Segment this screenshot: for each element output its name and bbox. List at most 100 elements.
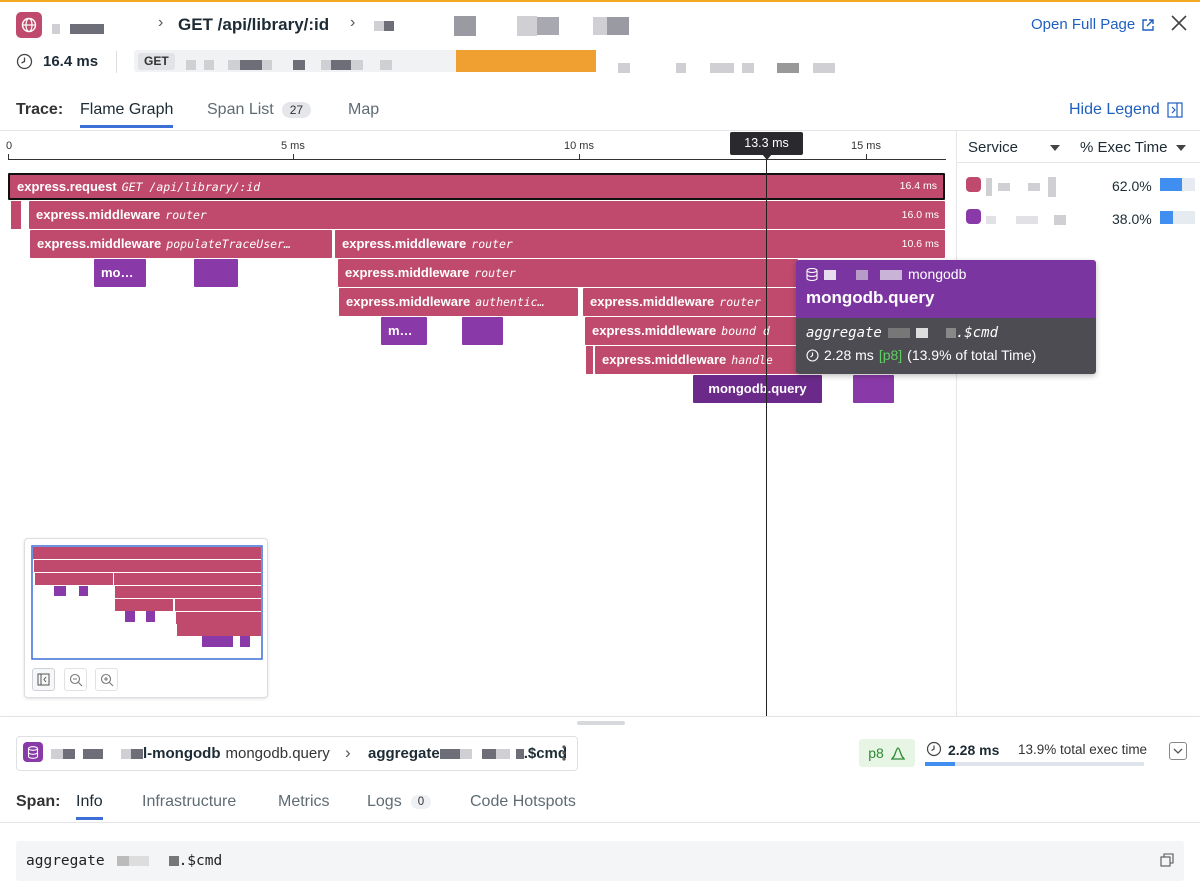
resource-code: aggregate .$cmd (26, 853, 223, 869)
service-name-redacted (52, 20, 104, 38)
legend-bar-fill (1160, 211, 1173, 224)
tick-mark (866, 154, 867, 160)
tab-logs[interactable]: Logs 0 (367, 793, 432, 811)
legend-percent: 38.0% (1112, 211, 1152, 227)
tooltip-duration: 2.28 ms (824, 347, 874, 363)
span-middleware-router-3[interactable]: express.middleware router (338, 259, 798, 287)
legend-row[interactable]: 38.0% (966, 207, 1196, 229)
service-redacted (824, 266, 902, 282)
tooltip-share: (13.9% of total Time) (907, 347, 1037, 363)
zoom-out-icon (69, 673, 82, 686)
tab-span-list[interactable]: Span List 27 (207, 101, 312, 119)
breadcrumb-operation: mongodb.query (225, 745, 330, 762)
tooltip-resource-suffix: .$cmd (955, 325, 999, 341)
exec-progress-track (925, 762, 1144, 766)
clock-icon (16, 53, 33, 75)
cursor-pointer (762, 154, 772, 160)
span-mongodb-query-selected[interactable]: mongodb.query (693, 375, 822, 403)
collapse-icon (37, 673, 50, 686)
tooltip-percentile: [p8] (878, 347, 903, 363)
legend-bar-fill (1160, 178, 1182, 191)
service-redacted (986, 211, 1066, 229)
span-express-request[interactable]: express.request GET /api/library/:id 16.4 … (8, 173, 945, 200)
tab-info[interactable]: Info (76, 793, 103, 820)
service-redacted (986, 177, 1056, 197)
trace-tabs-label: Trace: (16, 101, 64, 118)
span-middleware-handle[interactable]: express.middleware handle (595, 346, 798, 374)
span-duration: 2.28 ms (948, 742, 1000, 758)
span-tooltip: mongodb mongodb.query aggregate .$cmd 2.… (796, 260, 1096, 374)
route-title: GET /api/library/:id (178, 15, 330, 34)
logs-count-badge: 0 (410, 795, 432, 809)
url-redacted (186, 56, 392, 74)
span-mongo[interactable] (462, 317, 503, 345)
zoom-out-button[interactable] (64, 668, 87, 691)
legend-service-header[interactable]: Service (968, 139, 1061, 156)
time-cursor-line (766, 152, 767, 716)
zoom-in-button[interactable] (95, 668, 118, 691)
chevron-right-icon: › (345, 743, 351, 762)
legend-swatch (966, 209, 981, 224)
minimap-reset-button[interactable] (32, 668, 55, 691)
span-middleware-populate[interactable]: express.middleware populateTraceUser… (30, 230, 332, 258)
chevron-right-icon: › (350, 14, 356, 31)
exec-progress-fill (925, 762, 955, 766)
span-sliver (586, 346, 594, 374)
more-options-icon[interactable] (561, 744, 567, 762)
database-icon (806, 267, 818, 281)
legend-percent: 62.0% (1112, 178, 1152, 194)
span-middleware-router-2[interactable]: express.middleware router 10.6 ms (335, 230, 945, 258)
breadcrumb-service: l-mongodb mongodb.query (51, 745, 330, 762)
span-mongo-short[interactable]: mo… (94, 259, 146, 287)
tick-label: 15 ms (851, 140, 881, 152)
span-mongo[interactable] (194, 259, 238, 287)
caret-down-icon (1175, 144, 1186, 151)
legend-panel-divider (956, 131, 957, 716)
minimap[interactable] (24, 538, 268, 698)
collapse-panel-icon[interactable] (1169, 742, 1187, 760)
tooltip-service: mongodb (908, 266, 967, 282)
clock-icon (926, 741, 942, 762)
breadcrumb-resource: aggregate .$cmd (368, 745, 568, 762)
tick-label: 0 (6, 140, 13, 152)
tick-mark (293, 154, 294, 160)
resource-id-redacted (374, 16, 630, 36)
legend-row[interactable]: 62.0% (966, 175, 1196, 197)
tick-label: 10 ms (564, 140, 594, 152)
hide-legend-button[interactable]: Hide Legend (1069, 101, 1183, 119)
resize-handle[interactable] (577, 721, 625, 725)
divider (116, 51, 117, 73)
copy-icon[interactable] (1160, 853, 1174, 872)
external-link-icon (1142, 18, 1154, 31)
database-service-icon (23, 742, 43, 762)
timeline-axis (8, 159, 946, 160)
tab-metrics[interactable]: Metrics (278, 793, 330, 811)
legend-exec-header[interactable]: % Exec Time (1080, 139, 1186, 156)
close-icon[interactable] (1170, 14, 1188, 32)
tab-map[interactable]: Map (348, 101, 379, 119)
span-slivers (10, 201, 22, 229)
open-full-page-link[interactable]: Open Full Page (1031, 16, 1155, 33)
trace-duration: 16.4 ms (43, 53, 99, 70)
span-mongo-short-2[interactable]: m… (381, 317, 427, 345)
tab-infrastructure[interactable]: Infrastructure (142, 793, 236, 811)
legend-swatch (966, 177, 981, 192)
tick-mark (579, 154, 580, 160)
panel-collapse-icon (1167, 102, 1183, 118)
time-cursor-label: 13.3 ms (730, 132, 803, 155)
tick-mark (8, 154, 9, 160)
tooltip-title: mongodb.query (806, 288, 935, 307)
top-accent-line (0, 0, 1200, 2)
span-middleware-authentic[interactable]: express.middleware authentic… (339, 288, 578, 316)
legend-header-divider (957, 162, 1200, 163)
tab-flame-graph[interactable]: Flame Graph (80, 101, 174, 128)
exec-share-text: 13.9% total exec time (1018, 742, 1148, 757)
clock-icon (806, 348, 819, 362)
span-mongo[interactable] (853, 375, 894, 403)
panel-divider (0, 716, 1200, 717)
method-badge: GET (138, 53, 175, 70)
url-tail-redacted (618, 59, 835, 77)
percentile-badge[interactable]: p8 (859, 739, 915, 767)
tab-code-hotspots[interactable]: Code Hotspots (470, 793, 576, 811)
span-middleware-router[interactable]: express.middleware router 16.0 ms (29, 201, 945, 229)
